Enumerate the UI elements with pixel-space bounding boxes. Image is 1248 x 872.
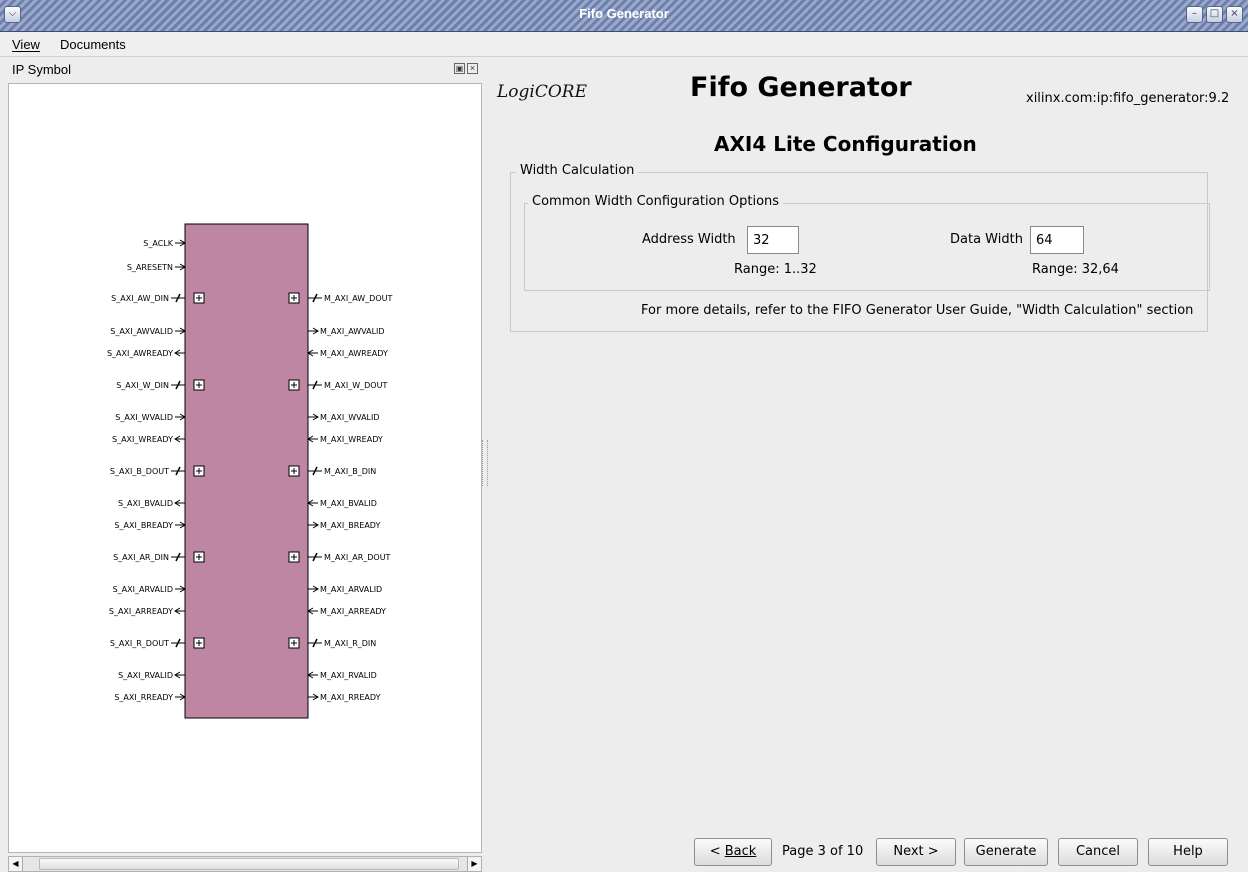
- port-label-left: S_AXI_BREADY: [114, 521, 173, 530]
- port-label-right: M_AXI_ARVALID: [320, 585, 382, 594]
- port-label-left: S_AXI_AW_DIN: [111, 294, 169, 303]
- scroll-left-icon[interactable]: ◀: [9, 857, 23, 871]
- port-label-right: M_AXI_RVALID: [320, 671, 377, 680]
- logicore-logo: LogiCORE: [497, 82, 587, 102]
- title-bar: ⌵ Fifo Generator – □ ×: [0, 0, 1248, 32]
- port-label-left: S_AXI_RVALID: [118, 671, 173, 680]
- port-label-right: M_AXI_AWREADY: [320, 349, 388, 358]
- close-button[interactable]: ×: [1226, 6, 1243, 23]
- back-button[interactable]: < Back: [694, 838, 772, 866]
- minimize-icon: –: [1192, 8, 1197, 19]
- port-label-left: S_AXI_AWVALID: [110, 327, 173, 336]
- port-label-right: M_AXI_BVALID: [320, 499, 377, 508]
- page-title: AXI4 Lite Configuration: [714, 132, 977, 156]
- port-label-left: S_AXI_AR_DIN: [113, 553, 169, 562]
- maximize-icon: □: [1209, 8, 1220, 19]
- port-label-right: M_AXI_ARREADY: [320, 607, 386, 616]
- close-icon: ×: [1230, 8, 1239, 19]
- scroll-right-icon[interactable]: ▶: [467, 857, 481, 871]
- next-button[interactable]: Next >: [876, 838, 956, 866]
- menu-view[interactable]: View: [12, 37, 40, 52]
- width-calculation-legend: Width Calculation: [516, 163, 639, 178]
- port-label-left: S_AXI_W_DIN: [116, 381, 169, 390]
- ip-symbol-panel: IP Symbol ▣ × S_ACLK S_ARESETN S_AXI_AW_DI…: [8, 60, 482, 872]
- address-width-input[interactable]: 32: [747, 226, 799, 254]
- symbol-canvas: S_ACLK S_ARESETN S_AXI_AW_DIN S_AXI_AWVALID…: [8, 83, 482, 853]
- data-width-range: Range: 32,64: [1032, 262, 1119, 277]
- port-label-right: M_AXI_WREADY: [320, 435, 383, 444]
- window-title: Fifo Generator: [579, 6, 669, 21]
- port-label-right: M_AXI_RREADY: [320, 693, 381, 702]
- port-label-left: S_AXI_B_DOUT: [110, 467, 169, 476]
- data-width-input[interactable]: 64: [1030, 226, 1084, 254]
- port-label-left: S_ACLK: [143, 239, 173, 248]
- generate-button[interactable]: Generate: [964, 838, 1048, 866]
- port-label-right: M_AXI_W_DOUT: [324, 381, 387, 390]
- horizontal-scrollbar[interactable]: ◀ ▶: [8, 856, 482, 872]
- maximize-button[interactable]: □: [1206, 6, 1223, 23]
- port-label-left: S_AXI_WREADY: [112, 435, 173, 444]
- port-label-left: S_AXI_ARREADY: [109, 607, 173, 616]
- float-panel-icon[interactable]: ▣: [454, 63, 465, 74]
- page-indicator: Page 3 of 10: [782, 844, 864, 859]
- address-width-range: Range: 1..32: [734, 262, 817, 277]
- ip-identifier: xilinx.com:ip:fifo_generator:9.2: [1026, 91, 1230, 106]
- port-label-left: S_AXI_ARVALID: [113, 585, 173, 594]
- common-width-options-group: [524, 203, 1210, 291]
- menu-documents[interactable]: Documents: [60, 37, 126, 52]
- port-label-left: S_AXI_RREADY: [114, 693, 173, 702]
- cancel-button[interactable]: Cancel: [1058, 838, 1138, 866]
- port-label-right: M_AXI_BREADY: [320, 521, 381, 530]
- ip-symbol-header: IP Symbol ▣ ×: [8, 60, 482, 82]
- port-label-right: M_AXI_AR_DOUT: [324, 553, 391, 562]
- panel-title: IP Symbol: [12, 62, 72, 77]
- port-label-right: M_AXI_AW_DOUT: [324, 294, 392, 303]
- port-label-left: S_ARESETN: [127, 263, 173, 272]
- port-label-right: M_AXI_R_DIN: [324, 639, 376, 648]
- menu-bar: View Documents: [0, 33, 1248, 57]
- port-label-left: S_AXI_WVALID: [115, 413, 173, 422]
- data-width-label: Data Width: [950, 232, 1023, 247]
- width-calculation-note: For more details, refer to the FIFO Gene…: [641, 303, 1194, 318]
- minimize-button[interactable]: –: [1186, 6, 1203, 23]
- port-label-right: M_AXI_B_DIN: [324, 467, 376, 476]
- page-header-title: Fifo Generator: [690, 72, 912, 103]
- common-width-options-legend: Common Width Configuration Options: [528, 194, 784, 209]
- port-label-left: S_AXI_BVALID: [118, 499, 173, 508]
- help-button[interactable]: Help: [1148, 838, 1228, 866]
- scrollbar-thumb[interactable]: [39, 858, 459, 870]
- ip-symbol-diagram: S_ACLK S_ARESETN S_AXI_AW_DIN S_AXI_AWVALID…: [107, 223, 392, 719]
- port-label-left: S_AXI_R_DOUT: [110, 639, 169, 648]
- port-label-right: M_AXI_AWVALID: [320, 327, 385, 336]
- port-label-left: S_AXI_AWREADY: [107, 349, 173, 358]
- configuration-panel: LogiCORE Fifo Generator xilinx.com:ip:fi…: [486, 58, 1248, 872]
- address-width-label: Address Width: [642, 232, 736, 247]
- close-panel-icon[interactable]: ×: [467, 63, 478, 74]
- port-label-right: M_AXI_WVALID: [320, 413, 380, 422]
